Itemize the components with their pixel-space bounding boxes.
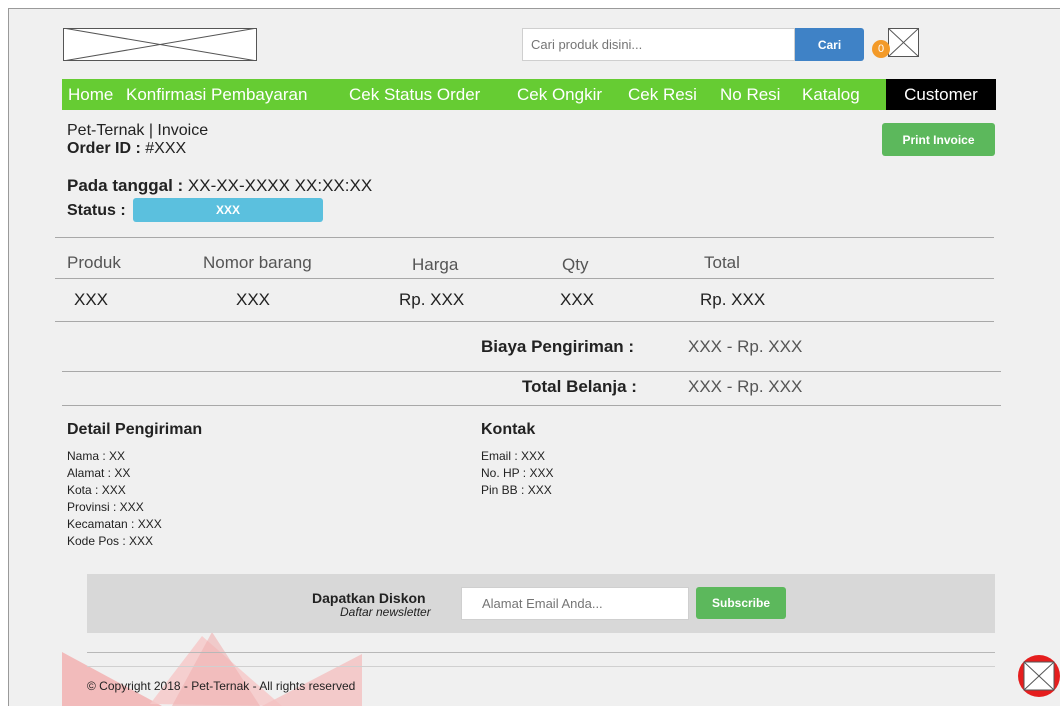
nav-cek-status-order[interactable]: Cek Status Order xyxy=(349,79,480,110)
order-id: Order ID : #XXX xyxy=(67,140,186,158)
shipping-province: Provinsi : XXX xyxy=(67,500,144,514)
floating-chat-icon[interactable] xyxy=(1017,654,1061,698)
order-date-label: Pada tanggal : xyxy=(67,176,184,195)
shipping-cost-label: Biaya Pengiriman : xyxy=(481,337,635,356)
cart-count-badge: 0 xyxy=(872,40,890,58)
newsletter-subtitle: Daftar newsletter xyxy=(340,605,431,619)
nav-cek-resi[interactable]: Cek Resi xyxy=(628,79,697,110)
nav-konfirmasi-pembayaran[interactable]: Konfirmasi Pembayaran xyxy=(126,79,307,110)
shipping-district: Kecamatan : XXX xyxy=(67,517,162,531)
column-header-harga: Harga xyxy=(412,255,459,274)
contact-pin-bb: Pin BB : XXX xyxy=(481,483,552,497)
table-bottom-divider xyxy=(55,321,994,322)
column-header-produk: Produk xyxy=(67,253,121,272)
order-id-label: Order ID : xyxy=(67,140,141,157)
summary-bottom-divider xyxy=(62,405,1001,406)
shipping-cost-value: XXX - Rp. XXX xyxy=(688,337,803,356)
table-header-divider xyxy=(55,278,994,279)
shipping-city: Kota : XXX xyxy=(67,483,126,497)
footer-divider xyxy=(87,652,995,653)
main-navbar: Home Konfirmasi Pembayaran Cek Status Or… xyxy=(62,79,996,110)
shipping-postal-code: Kode Pos : XXX xyxy=(67,534,154,548)
nav-katalog[interactable]: Katalog xyxy=(802,79,860,110)
newsletter-email-input[interactable] xyxy=(461,587,689,620)
logo-placeholder-image[interactable] xyxy=(63,28,257,61)
order-date: Pada tanggal : XX-XX-XXXX XX:XX:XX xyxy=(67,176,372,196)
subscribe-button[interactable]: Subscribe xyxy=(696,587,786,619)
copyright-text: © Copyright 2018 - Pet-Ternak - All righ… xyxy=(87,679,356,693)
shipping-detail-title: Detail Pengiriman xyxy=(67,421,203,438)
nav-cek-ongkir[interactable]: Cek Ongkir xyxy=(517,79,602,110)
contact-title: Kontak xyxy=(481,421,536,438)
table-cell-harga: Rp. XXX xyxy=(399,290,465,309)
total-belanja-label: Total Belanja : xyxy=(522,377,637,396)
table-top-divider xyxy=(55,237,994,238)
print-invoice-button[interactable]: Print Invoice xyxy=(882,123,995,156)
nav-customer[interactable]: Customer xyxy=(886,79,996,110)
nav-home[interactable]: Home xyxy=(68,79,113,110)
search-button[interactable]: Cari xyxy=(795,28,864,61)
footer-divider-2 xyxy=(87,666,995,667)
summary-divider xyxy=(62,371,1001,372)
contact-phone: No. HP : XXX xyxy=(481,466,554,480)
table-cell-total: Rp. XXX xyxy=(700,290,766,309)
search-input[interactable] xyxy=(522,28,795,61)
total-belanja-value: XXX - Rp. XXX xyxy=(688,377,803,396)
breadcrumb: Pet-Ternak | Invoice xyxy=(67,122,209,139)
table-cell-produk: XXX xyxy=(74,290,109,309)
status-label: Status : xyxy=(67,202,126,219)
status-badge: XXX xyxy=(133,198,323,222)
table-cell-nomor-barang: XXX xyxy=(236,290,271,309)
shipping-name: Nama : XX xyxy=(67,449,126,463)
contact-email: Email : XXX xyxy=(481,449,546,463)
column-header-total: Total xyxy=(704,253,740,272)
table-cell-qty: XXX xyxy=(560,290,595,309)
nav-no-resi[interactable]: No Resi xyxy=(720,79,780,110)
order-id-value: #XXX xyxy=(145,140,187,157)
column-header-qty: Qty xyxy=(562,255,589,274)
newsletter-title: Dapatkan Diskon xyxy=(312,590,426,606)
order-date-value: XX-XX-XXXX XX:XX:XX xyxy=(187,176,373,195)
cart-icon[interactable] xyxy=(888,28,919,57)
shipping-address: Alamat : XX xyxy=(67,466,131,480)
column-header-nomor-barang: Nomor barang xyxy=(203,253,312,272)
